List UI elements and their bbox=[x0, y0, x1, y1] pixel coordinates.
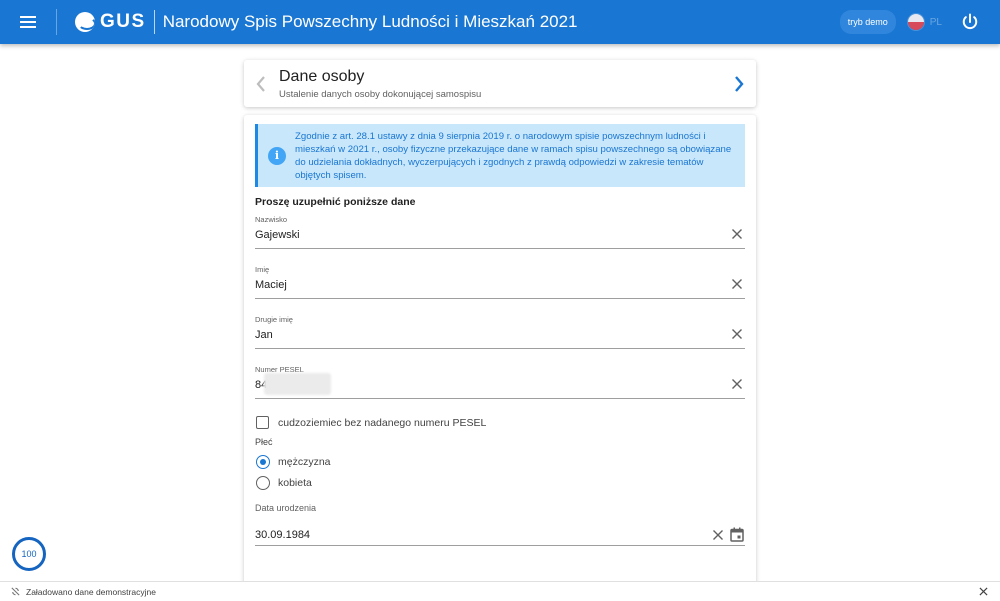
surname-value[interactable]: Gajewski bbox=[255, 229, 300, 241]
radio-female-label: kobieta bbox=[278, 477, 312, 489]
menu-button[interactable] bbox=[0, 0, 56, 44]
gus-logo[interactable]: GUS bbox=[75, 11, 146, 33]
language-label: PL bbox=[929, 16, 942, 28]
clear-surname-icon[interactable] bbox=[731, 228, 743, 240]
pesel-field[interactable]: Numer PESEL 84 bbox=[255, 365, 745, 399]
chevron-left-icon bbox=[256, 75, 265, 92]
gender-label: Płeć bbox=[255, 437, 273, 447]
header-divider bbox=[56, 9, 57, 35]
language-switcher[interactable]: PL bbox=[907, 14, 942, 30]
page-subtitle: Ustalenie danych osoby dokonującej samos… bbox=[279, 89, 482, 100]
chevron-right-icon bbox=[735, 75, 744, 92]
flag-icon bbox=[907, 14, 924, 30]
clear-first-name-icon[interactable] bbox=[731, 278, 743, 290]
progress-indicator: 100 bbox=[12, 537, 46, 571]
radio-male-label: mężczyzna bbox=[278, 456, 331, 468]
birth-date-value[interactable]: 30.09.1984 bbox=[255, 529, 310, 541]
next-button[interactable] bbox=[722, 60, 756, 107]
info-icon: i bbox=[268, 146, 286, 165]
clear-birth-date-icon[interactable] bbox=[712, 529, 724, 541]
first-name-value[interactable]: Maciej bbox=[255, 279, 287, 291]
second-name-label: Drugie imię bbox=[255, 315, 293, 324]
app-title: Narodowy Spis Powszechny Ludności i Mies… bbox=[162, 12, 578, 31]
logo-text: GUS bbox=[100, 11, 146, 32]
hamburger-icon bbox=[20, 16, 36, 28]
foreigner-checkbox-label: cudzoziemiec bez nadanego numeru PESEL bbox=[278, 416, 487, 429]
form-heading: Proszę uzupełnić poniższe dane bbox=[255, 196, 416, 208]
birth-date-label: Data urodzenia bbox=[255, 503, 317, 513]
first-name-label: Imię bbox=[255, 265, 270, 274]
gender-option-female[interactable]: kobieta bbox=[256, 476, 312, 490]
gender-option-male[interactable]: mężczyzna bbox=[256, 455, 331, 469]
pesel-redaction bbox=[264, 373, 331, 395]
page-title: Dane osoby bbox=[279, 68, 365, 85]
clear-pesel-icon[interactable] bbox=[731, 378, 743, 390]
form-card: i Zgodnie z art. 28.1 ustawy z dnia 9 si… bbox=[244, 115, 756, 585]
clear-second-name-icon[interactable] bbox=[731, 328, 743, 340]
second-name-value[interactable]: Jan bbox=[255, 329, 273, 341]
calendar-icon[interactable] bbox=[730, 527, 744, 542]
status-bar: Załadowano dane demonstracyjne bbox=[0, 581, 1000, 601]
close-icon[interactable] bbox=[979, 587, 988, 596]
info-alert: i Zgodnie z art. 28.1 ustawy z dnia 9 si… bbox=[255, 124, 745, 187]
foreigner-checkbox-row[interactable]: cudzoziemiec bez nadanego numeru PESEL bbox=[256, 416, 486, 429]
radio-male[interactable] bbox=[256, 455, 270, 469]
power-icon[interactable] bbox=[960, 12, 980, 32]
radio-female[interactable] bbox=[256, 476, 270, 490]
section-header-card: Dane osoby Ustalenie danych osoby dokonu… bbox=[244, 60, 756, 107]
birth-date-field[interactable]: Data urodzenia 30.09.1984 bbox=[255, 503, 745, 546]
foreigner-checkbox[interactable] bbox=[256, 416, 269, 429]
surname-field[interactable]: Nazwisko Gajewski bbox=[255, 215, 745, 249]
surname-label: Nazwisko bbox=[255, 215, 288, 224]
info-text: Zgodnie z art. 28.1 ustawy z dnia 9 sier… bbox=[295, 130, 732, 181]
gus-logo-icon bbox=[75, 12, 95, 32]
app-header: GUS Narodowy Spis Powszechny Ludności i … bbox=[0, 0, 1000, 44]
logo-divider bbox=[153, 10, 155, 34]
first-name-field[interactable]: Imię Maciej bbox=[255, 265, 745, 299]
disconnected-icon bbox=[11, 587, 20, 596]
second-name-field[interactable]: Drugie imię Jan bbox=[255, 315, 745, 349]
status-text: Załadowano dane demonstracyjne bbox=[26, 586, 156, 597]
demo-mode-badge[interactable]: tryb demo bbox=[839, 10, 896, 34]
previous-button[interactable] bbox=[244, 60, 278, 107]
